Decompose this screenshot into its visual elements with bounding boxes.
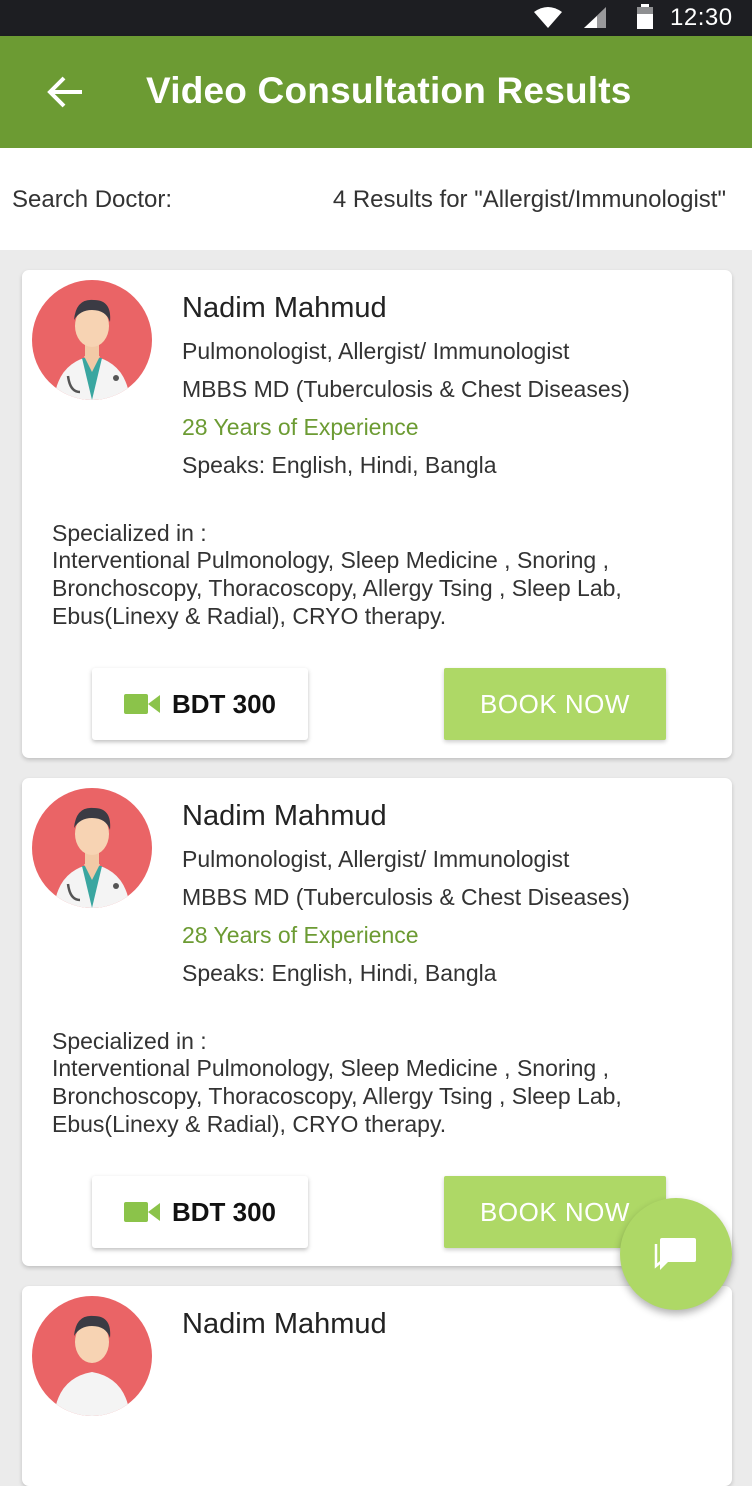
specialized-text: Interventional Pulmonology, Sleep Medici…	[52, 1055, 622, 1137]
status-bar: 12:30	[0, 0, 752, 36]
doctor-name: Nadim Mahmud	[182, 800, 387, 832]
wifi-icon	[534, 7, 562, 28]
doctor-degree: MBBS MD (Tuberculosis & Chest Diseases)	[182, 884, 630, 910]
fee-amount: BDT 300	[171, 688, 277, 719]
back-arrow-icon[interactable]	[44, 72, 88, 112]
battery-icon	[637, 4, 653, 29]
doctor-avatar	[32, 788, 152, 908]
doctor-languages: Speaks: English, Hindi, Bangla	[182, 452, 497, 478]
doctor-languages: Speaks: English, Hindi, Bangla	[182, 960, 497, 986]
fee-amount: BDT 300	[171, 1196, 277, 1227]
chat-icon	[654, 1238, 696, 1270]
doctor-specialty: Pulmonologist, Allergist/ Immunologist	[182, 338, 570, 364]
doctor-card[interactable]: Nadim Mahmud	[22, 1286, 732, 1486]
doctor-card[interactable]: Nadim Mahmud Pulmonologist, Allergist/ I…	[22, 778, 732, 1266]
doctor-experience: 28 Years of Experience	[182, 414, 419, 440]
doctor-name: Nadim Mahmud	[182, 292, 387, 324]
doctor-specialty: Pulmonologist, Allergist/ Immunologist	[182, 846, 570, 872]
doctor-card[interactable]: Nadim Mahmud Pulmonologist, Allergist/ I…	[22, 270, 732, 758]
search-summary: Search Doctor: 4 Results for "Allergist/…	[0, 148, 752, 250]
video-camera-icon	[123, 694, 160, 714]
doctor-avatar	[32, 280, 152, 400]
status-time: 12:30	[670, 4, 733, 31]
search-doctor-label: Search Doctor:	[12, 186, 173, 213]
doctor-avatar	[32, 1296, 152, 1416]
doctor-degree: MBBS MD (Tuberculosis & Chest Diseases)	[182, 376, 630, 402]
app-bar: Video Consultation Results	[0, 36, 752, 148]
doctor-name: Nadim Mahmud	[182, 1308, 387, 1340]
page-title: Video Consultation Results	[146, 70, 632, 111]
signal-icon	[584, 7, 606, 28]
chat-fab-button[interactable]	[620, 1198, 732, 1310]
doctor-experience: 28 Years of Experience	[182, 922, 419, 948]
specialized-label: Specialized in :	[52, 1028, 207, 1054]
specialized-text: Interventional Pulmonology, Sleep Medici…	[52, 547, 622, 629]
specialized-label: Specialized in :	[52, 520, 207, 546]
consultation-fee-button[interactable]: BDT 300	[92, 1176, 308, 1248]
video-camera-icon	[123, 1202, 160, 1222]
results-count: 4 Results for "Allergist/Immunologist"	[332, 186, 726, 213]
consultation-fee-button[interactable]: BDT 300	[92, 668, 308, 740]
book-now-button[interactable]: BOOK NOW	[444, 668, 666, 740]
